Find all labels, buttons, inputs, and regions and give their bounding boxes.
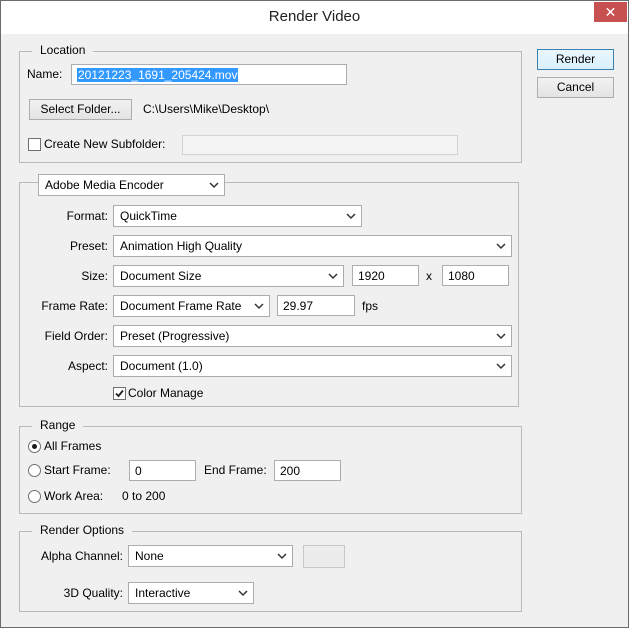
dialog-title: Render Video — [268, 8, 361, 25]
fps-label: fps — [362, 299, 379, 313]
size-select[interactable]: Document Size — [113, 265, 344, 287]
format-label: Format: — [66, 209, 108, 223]
aspect-value: Document (1.0) — [120, 359, 203, 373]
frame-rate-label: Frame Rate: — [41, 299, 108, 313]
aspect-label: Aspect: — [67, 359, 108, 373]
name-label: Name: — [27, 67, 63, 81]
field-order-value: Preset (Progressive) — [120, 329, 230, 343]
3d-quality-select[interactable]: Interactive — [128, 582, 254, 604]
start-frame-label: Start Frame: — [44, 463, 111, 477]
preset-value: Animation High Quality — [120, 239, 243, 253]
frame-rate-select[interactable]: Document Frame Rate — [113, 295, 270, 317]
chevron-down-icon — [496, 363, 506, 370]
all-frames-label: All Frames — [44, 439, 102, 453]
close-button[interactable]: ✕ — [594, 2, 627, 22]
work-area-radio[interactable] — [28, 490, 41, 503]
frame-rate-mode-value: Document Frame Rate — [120, 299, 242, 313]
create-subfolder-checkbox[interactable] — [28, 138, 41, 151]
name-value: 20121223_1691_205424.mov — [77, 68, 239, 82]
height-field[interactable]: 1080 — [442, 265, 509, 286]
alpha-color-swatch[interactable] — [303, 545, 345, 568]
subfolder-field[interactable] — [182, 135, 458, 155]
render-options-legend: Render Options — [32, 523, 133, 537]
title-bar: Render Video ✕ — [1, 1, 628, 34]
location-legend: Location — [32, 43, 94, 57]
chevron-down-icon — [346, 213, 356, 220]
renderer-select[interactable]: Adobe Media Encoder — [38, 174, 225, 196]
folder-path: C:\Users\Mike\Desktop\ — [143, 102, 270, 116]
field-order-select[interactable]: Preset (Progressive) — [113, 325, 512, 347]
chevron-down-icon — [209, 182, 219, 189]
format-select[interactable]: QuickTime — [113, 205, 362, 227]
work-area-value: 0 to 200 — [122, 489, 166, 503]
chevron-down-icon — [254, 303, 264, 310]
3d-quality-label: 3D Quality: — [63, 586, 123, 600]
chevron-down-icon — [496, 333, 506, 340]
chevron-down-icon — [496, 243, 506, 250]
format-value: QuickTime — [120, 209, 177, 223]
color-manage-checkbox[interactable] — [113, 387, 126, 400]
field-order-label: Field Order: — [44, 329, 108, 343]
size-value: Document Size — [120, 269, 202, 283]
start-frame-radio[interactable] — [28, 464, 41, 477]
name-field[interactable]: 20121223_1691_205424.mov — [71, 64, 347, 85]
preset-label: Preset: — [69, 239, 108, 253]
close-icon: ✕ — [604, 4, 617, 20]
size-label: Size: — [81, 269, 108, 283]
end-frame-field[interactable]: 200 — [274, 460, 341, 481]
cancel-button[interactable]: Cancel — [537, 77, 614, 98]
size-x-separator: x — [426, 269, 432, 283]
chevron-down-icon — [277, 553, 287, 560]
work-area-label: Work Area: — [44, 489, 104, 503]
3d-quality-value: Interactive — [135, 586, 191, 600]
alpha-channel-value: None — [135, 549, 164, 563]
chevron-down-icon — [238, 590, 248, 597]
range-legend: Range — [32, 418, 84, 432]
aspect-select[interactable]: Document (1.0) — [113, 355, 512, 377]
alpha-channel-label: Alpha Channel: — [40, 549, 123, 563]
width-field[interactable]: 1920 — [352, 265, 419, 286]
frame-rate-field[interactable]: 29.97 — [277, 295, 355, 316]
start-frame-field[interactable]: 0 — [129, 460, 196, 481]
chevron-down-icon — [328, 273, 338, 280]
render-button[interactable]: Render — [537, 49, 614, 70]
preset-select[interactable]: Animation High Quality — [113, 235, 512, 257]
checkmark-icon — [115, 389, 124, 398]
create-subfolder-label: Create New Subfolder: — [44, 137, 166, 151]
all-frames-radio[interactable] — [28, 440, 41, 453]
render-video-dialog: Render Video ✕ Render Cancel Location Na… — [0, 0, 629, 628]
renderer-value: Adobe Media Encoder — [45, 178, 164, 192]
color-manage-label: Color Manage — [128, 386, 204, 400]
select-folder-button[interactable]: Select Folder... — [29, 99, 132, 120]
end-frame-label: End Frame: — [204, 463, 267, 477]
alpha-channel-select[interactable]: None — [128, 545, 293, 567]
